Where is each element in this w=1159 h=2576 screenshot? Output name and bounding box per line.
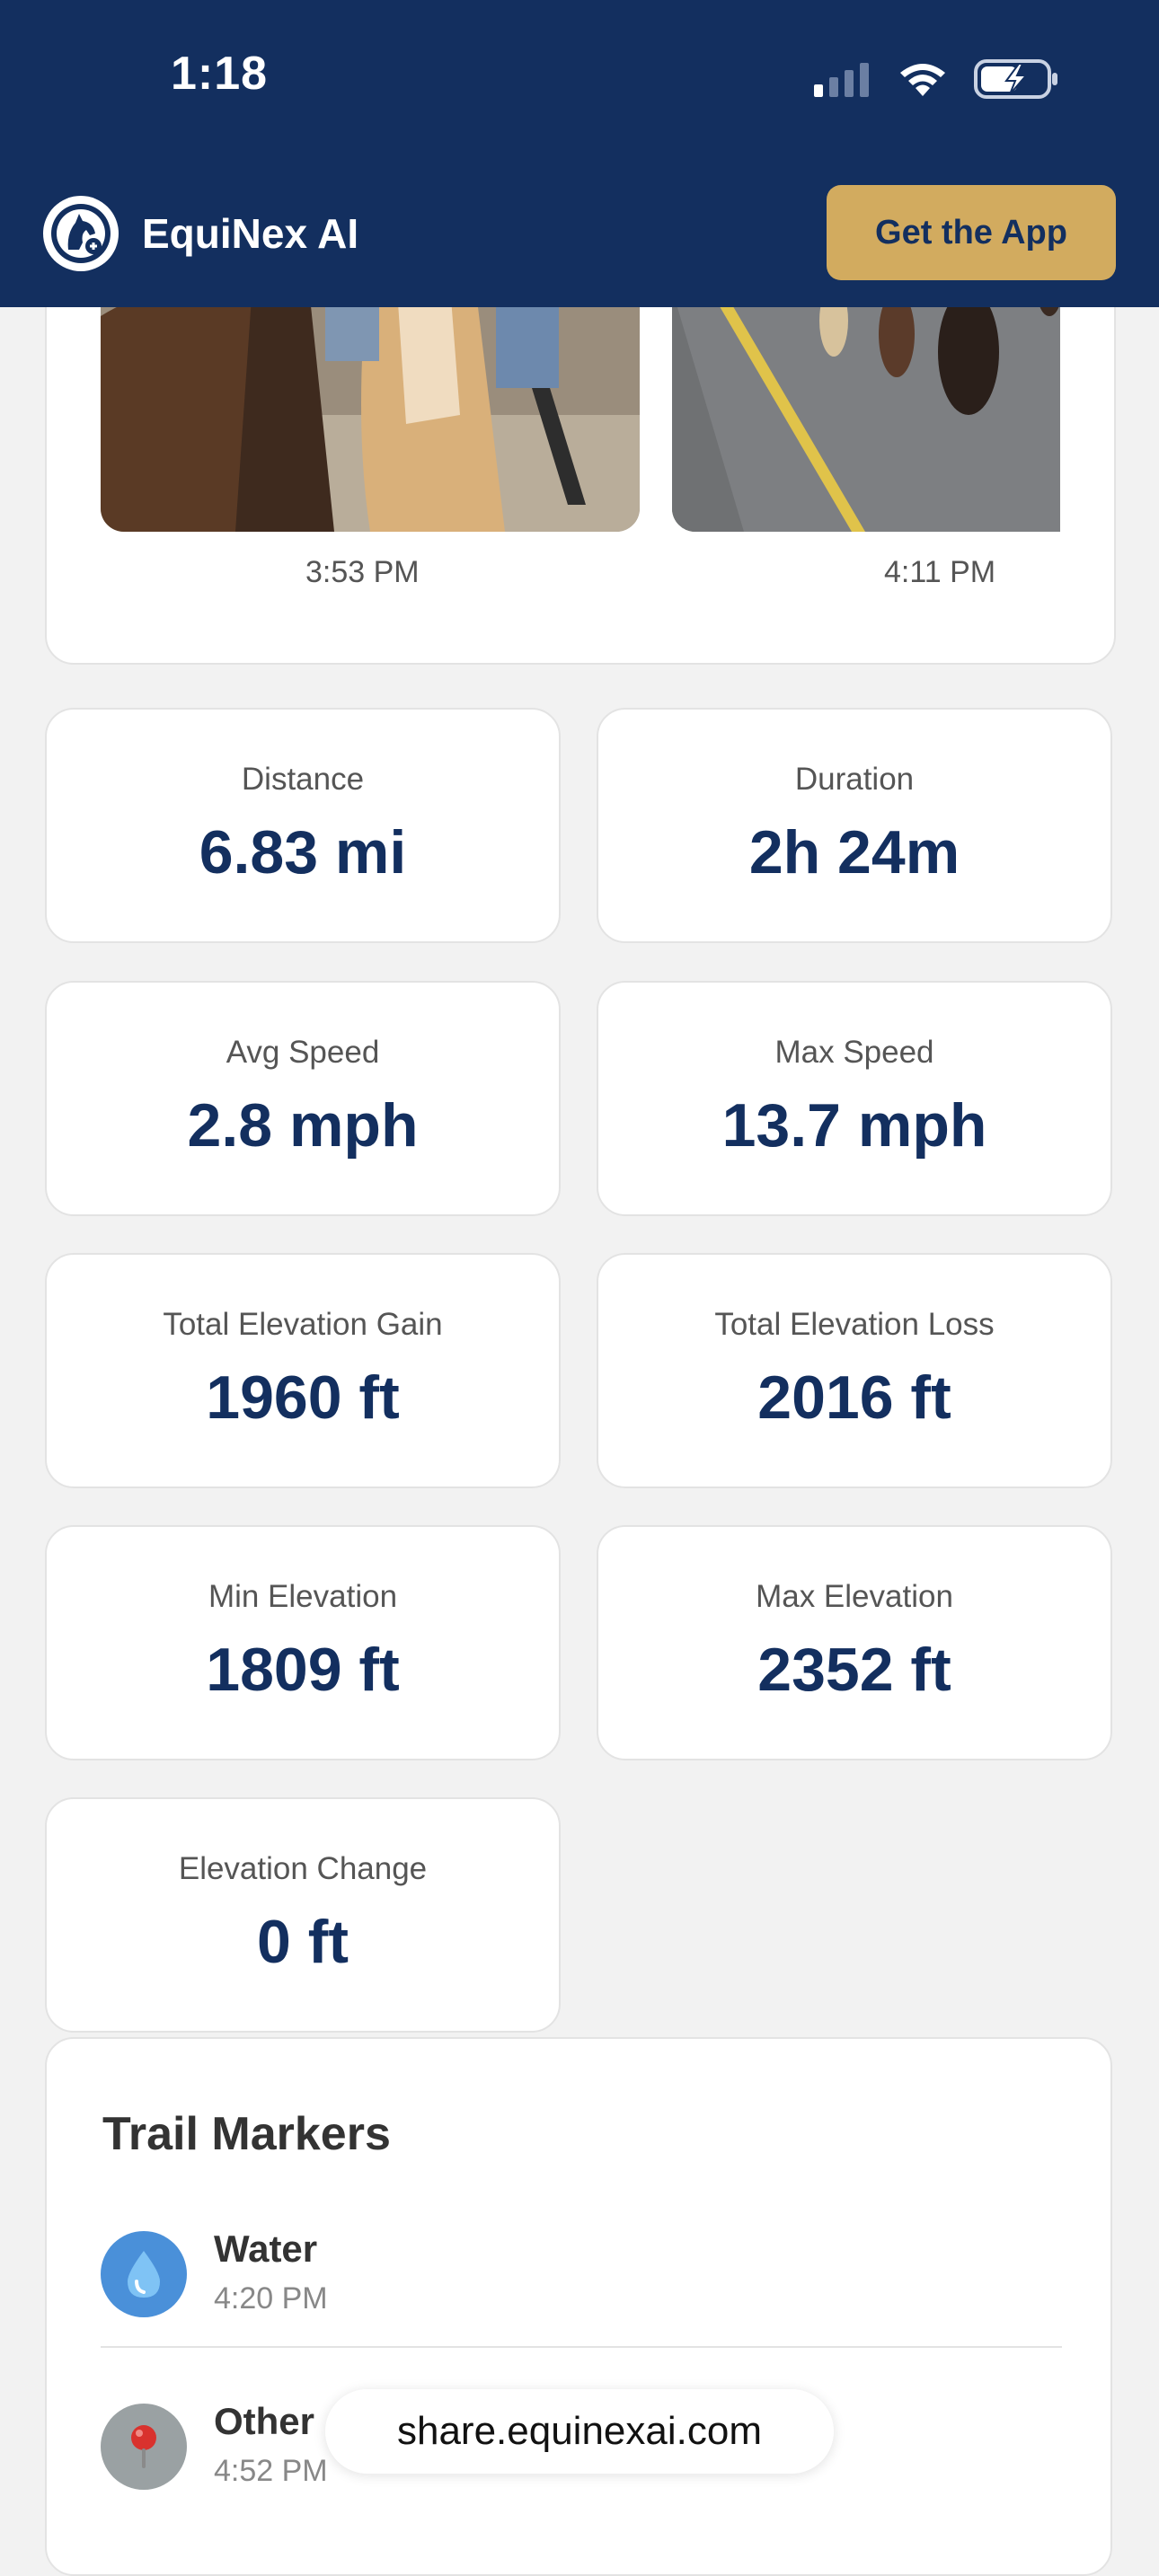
stat-card-elevation-change: Elevation Change 0 ft	[45, 1797, 561, 2033]
stat-card-avg-speed: Avg Speed 2.8 mph	[45, 981, 561, 1216]
stat-value: 13.7 mph	[721, 1091, 987, 1160]
photo-timestamp: 4:11 PM	[884, 555, 996, 589]
marker-name: Water	[214, 2228, 318, 2270]
divider	[101, 2346, 1062, 2348]
stat-value: 2352 ft	[757, 1636, 951, 1704]
stat-card-min-elevation: Min Elevation 1809 ft	[45, 1525, 561, 1760]
stat-value: 2.8 mph	[187, 1091, 419, 1160]
get-the-app-button[interactable]: Get the App	[827, 185, 1116, 280]
wifi-icon	[900, 64, 945, 96]
stat-label: Avg Speed	[226, 1035, 380, 1070]
app-header: 1:18 EquiNex AI Get the App	[0, 0, 1159, 307]
stat-label: Max Speed	[774, 1035, 934, 1070]
water-drop-icon	[101, 2231, 187, 2317]
stat-card-elevation-gain: Total Elevation Gain 1960 ft	[45, 1253, 561, 1488]
photo-timestamp: 3:53 PM	[305, 555, 420, 589]
stat-card-duration: Duration 2h 24m	[597, 708, 1112, 943]
stat-value: 6.83 mi	[199, 818, 407, 887]
stat-value: 1960 ft	[206, 1363, 400, 1432]
stat-label: Elevation Change	[178, 1851, 428, 1886]
stat-label: Duration	[794, 762, 915, 797]
marker-time: 4:52 PM	[214, 2454, 328, 2488]
stat-value: 2h 24m	[748, 818, 960, 887]
stat-label: Max Elevation	[756, 1579, 953, 1614]
stat-card-max-speed: Max Speed 13.7 mph	[597, 981, 1112, 1216]
brand[interactable]: EquiNex AI	[43, 196, 358, 271]
url-bar[interactable]: share.equinexai.com	[325, 2389, 834, 2474]
status-time: 1:18	[171, 48, 269, 100]
stat-value: 1809 ft	[206, 1636, 400, 1704]
trail-markers-card: Trail Markers Water 4:20 PM Other 4:52 P…	[45, 2037, 1112, 2576]
marker-time: 4:20 PM	[214, 2281, 328, 2316]
app-name: EquiNex AI	[142, 210, 359, 257]
status-icons	[814, 57, 1060, 101]
stat-card-max-elevation: Max Elevation 2352 ft	[597, 1525, 1112, 1760]
marker-name: Other	[214, 2400, 315, 2442]
stat-card-distance: Distance 6.83 mi	[45, 708, 561, 943]
stat-label: Distance	[241, 762, 365, 797]
stat-value: 0 ft	[257, 1908, 349, 1976]
stat-label: Total Elevation Loss	[714, 1307, 995, 1342]
cellular-signal-icon	[814, 63, 869, 97]
battery-charging-icon	[974, 59, 1057, 99]
stat-card-elevation-loss: Total Elevation Loss 2016 ft	[597, 1253, 1112, 1488]
stat-label: Total Elevation Gain	[163, 1307, 443, 1342]
horse-head-icon	[43, 196, 119, 271]
pin-icon	[101, 2404, 187, 2490]
stat-value: 2016 ft	[757, 1363, 951, 1432]
stat-label: Min Elevation	[208, 1579, 398, 1614]
trail-markers-title: Trail Markers	[102, 2108, 391, 2160]
trail-marker-item[interactable]: Water 4:20 PM	[101, 2228, 1062, 2404]
